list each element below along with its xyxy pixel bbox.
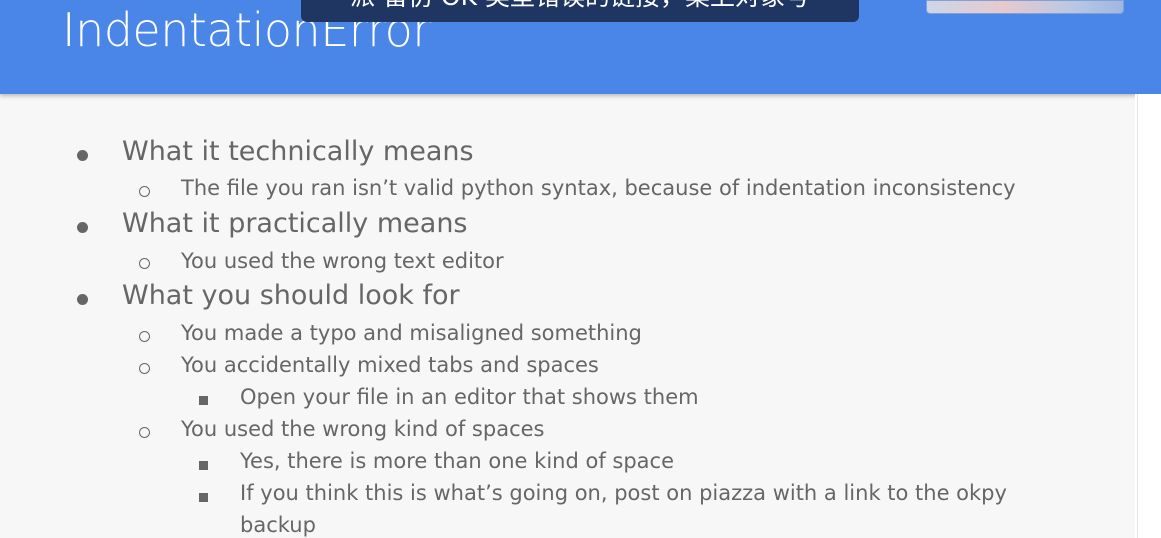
bullet-circle-icon	[139, 427, 150, 438]
list-item: What you should look for	[122, 280, 460, 311]
list-item: What it practically means	[122, 208, 468, 239]
list-item: You used the wrong text editor	[181, 249, 504, 273]
bullet-circle-icon	[139, 331, 150, 342]
right-margin	[1135, 94, 1161, 538]
list-item: You made a typo and misaligned something	[181, 321, 642, 345]
bullet-disc-icon	[77, 294, 88, 305]
margin-divider	[1137, 94, 1138, 538]
list-item: If you think this is what’s going on, po…	[240, 481, 1007, 505]
subtitle-caption-overlay: 派 留仿 OK 类型错误的链接，桌上对象号	[301, 0, 859, 22]
list-item: What it technically means	[122, 136, 474, 167]
list-item: Open your file in an editor that shows t…	[240, 385, 699, 409]
bullet-disc-icon	[77, 150, 88, 161]
webcam-thumbnail	[926, 0, 1124, 14]
list-item-continuation: backup	[240, 513, 316, 537]
list-item: You accidentally mixed tabs and spaces	[181, 353, 599, 377]
list-item: You used the wrong kind of spaces	[181, 417, 545, 441]
bullet-circle-icon	[139, 186, 150, 197]
bullet-disc-icon	[77, 222, 88, 233]
bullet-square-icon	[199, 396, 208, 405]
caption-text: 派 留仿 OK 类型错误的链接，桌上对象号	[301, 0, 859, 9]
bullet-square-icon	[199, 493, 208, 502]
bullet-square-icon	[199, 461, 208, 470]
bullet-circle-icon	[139, 258, 150, 269]
list-item: Yes, there is more than one kind of spac…	[240, 449, 674, 473]
bullet-circle-icon	[139, 363, 150, 374]
list-item: The file you ran isn’t valid python synt…	[181, 176, 1016, 200]
